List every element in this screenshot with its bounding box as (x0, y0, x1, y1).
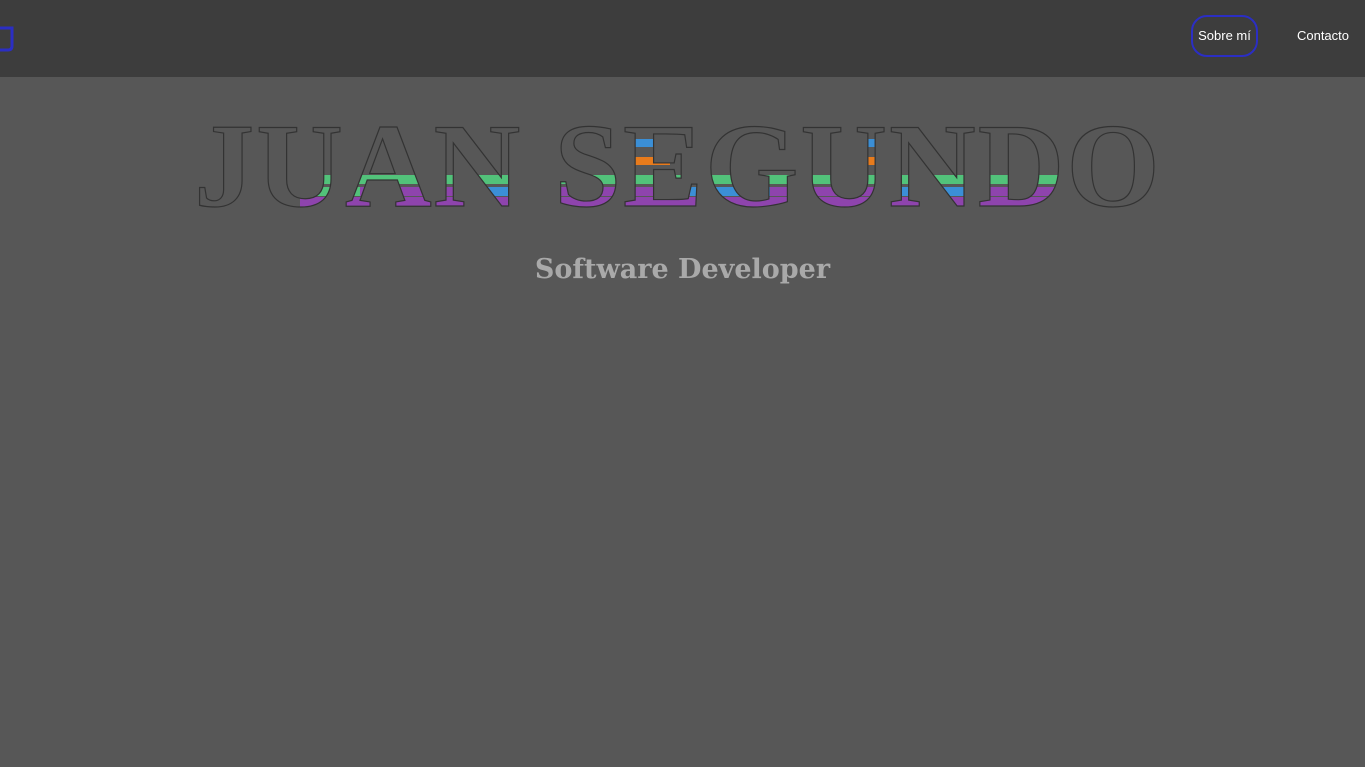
nav-link-contacto[interactable]: Contacto (1290, 15, 1356, 57)
hero-name-outline: JUAN SEGUNDO (194, 99, 1161, 232)
js-monogram-logo-icon[interactable] (0, 22, 16, 54)
hero-name-graphic: JUAN SEGUNDO JUAN SEGUNDO (194, 98, 1162, 233)
hero-subtitle: Software Developer (534, 254, 831, 285)
navbar: Sobre mí Contacto (0, 0, 1365, 77)
nav-link-sobre-mi[interactable]: Sobre mí (1191, 15, 1258, 57)
